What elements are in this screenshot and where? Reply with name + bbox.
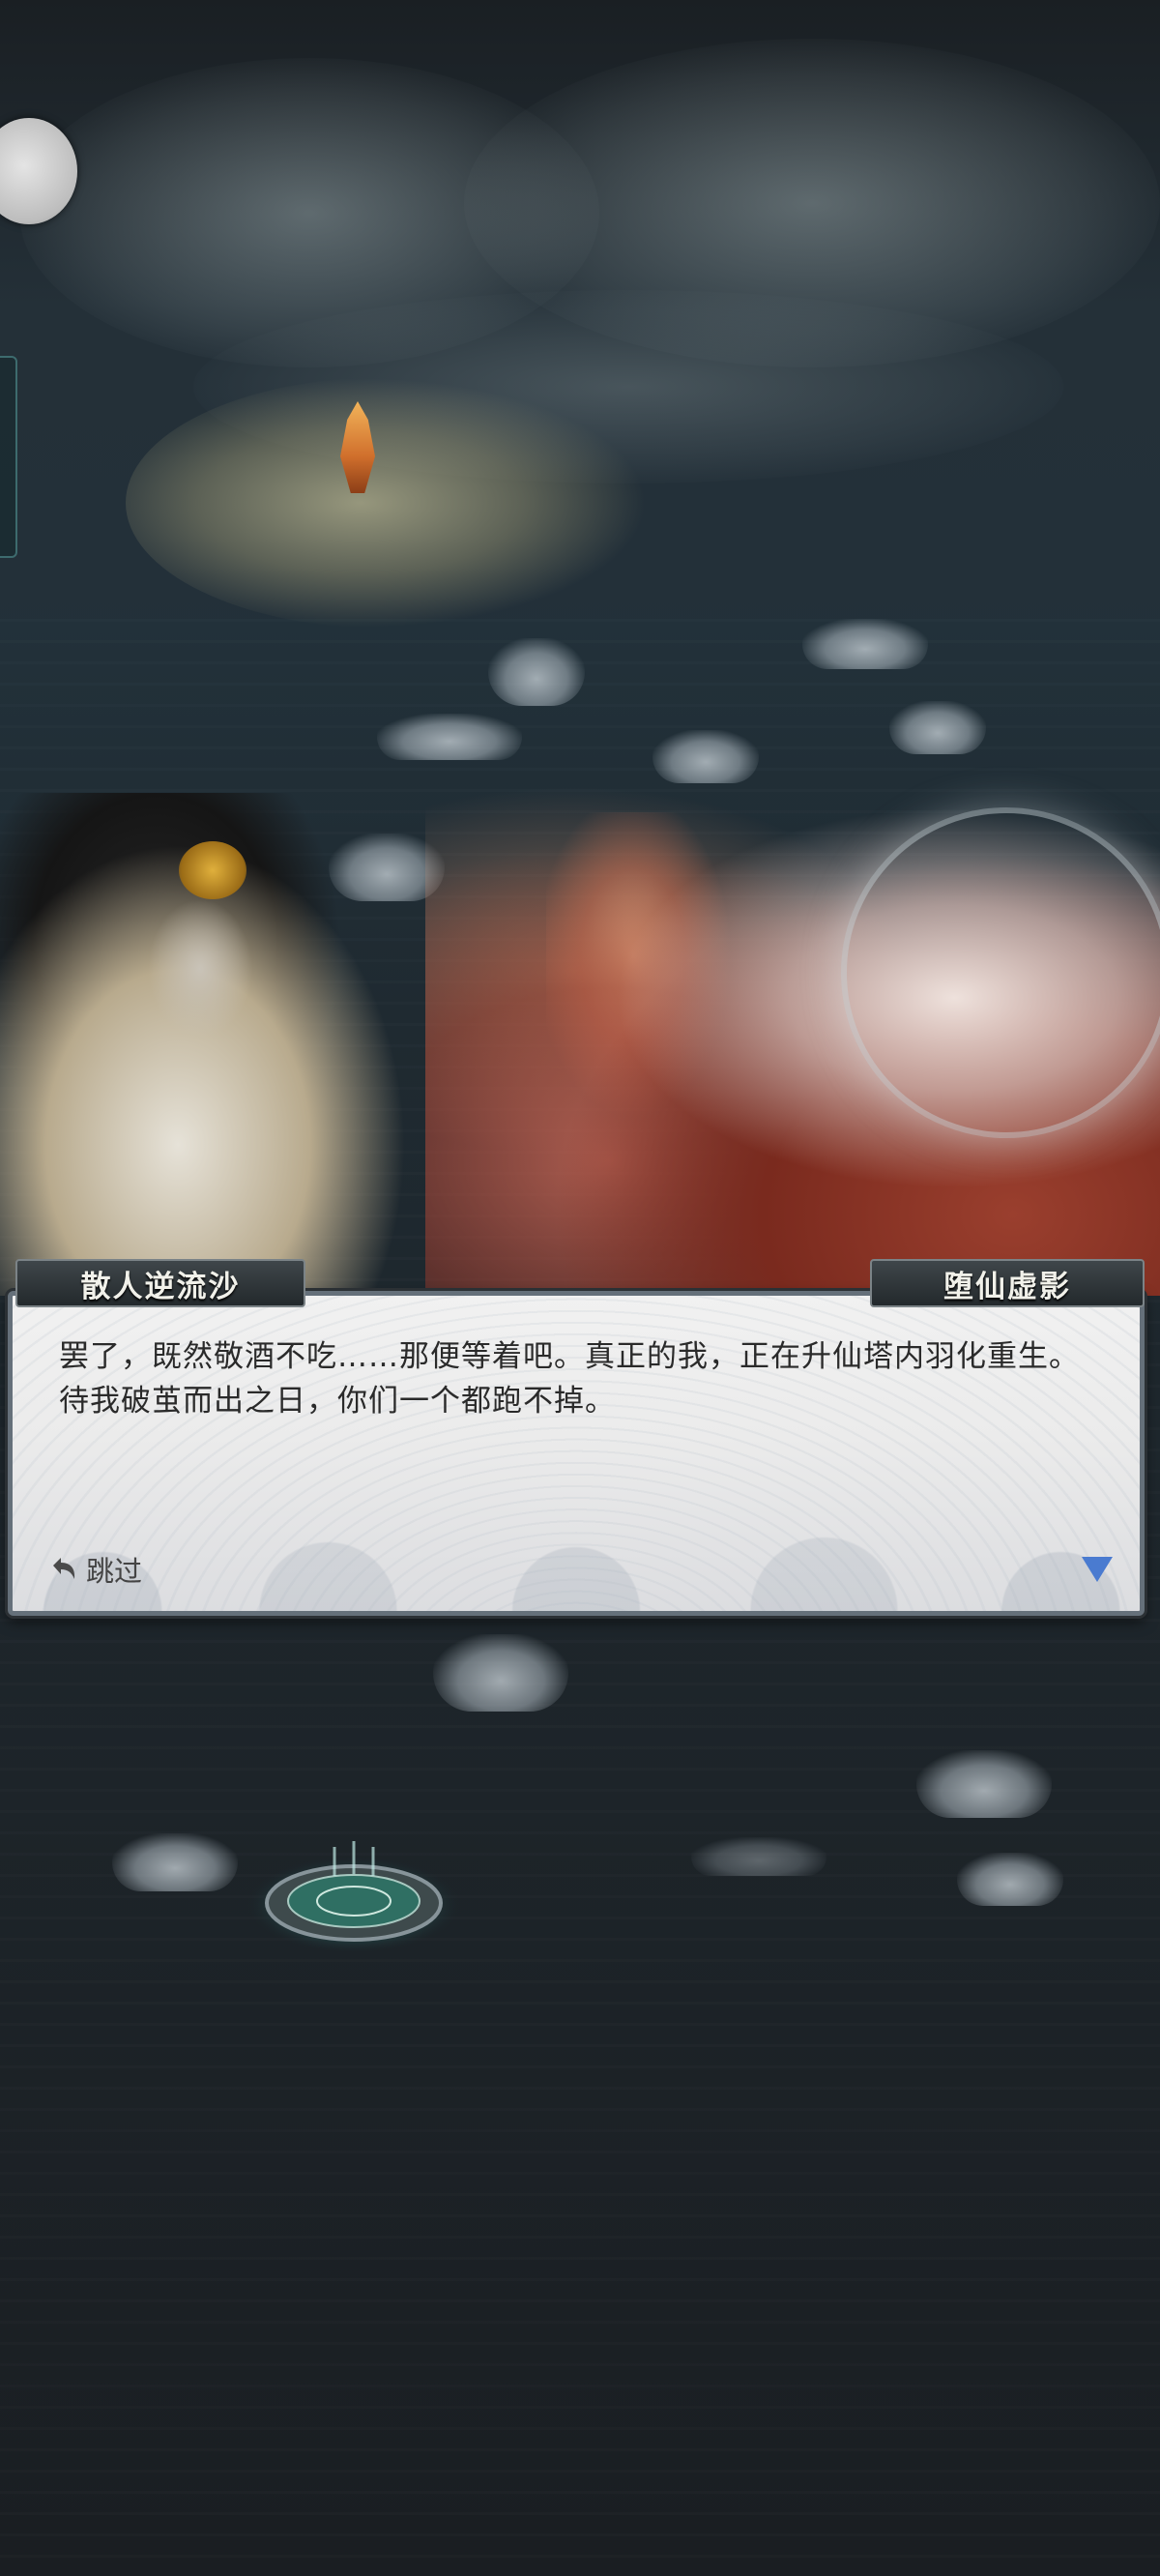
glowing-island — [126, 377, 648, 629]
speaker-name-right: 堕仙虚影 — [870, 1259, 1145, 1307]
cloud — [802, 619, 928, 669]
cloud — [112, 1833, 238, 1891]
cloud — [957, 1853, 1063, 1906]
cloud — [488, 638, 585, 706]
undo-arrow-icon — [53, 1558, 75, 1579]
story-scene: 罢了，既然敬酒不吃……那便等着吧。真正的我，正在升仙塔内羽化重生。待我破茧而出之… — [0, 0, 1160, 2576]
halo-ring — [841, 807, 1160, 1138]
cloud — [433, 1634, 568, 1712]
dialog-box[interactable]: 罢了，既然敬酒不吃……那便等着吧。真正的我，正在升仙塔内羽化重生。待我破茧而出之… — [8, 1291, 1145, 1616]
crown-ornament — [179, 841, 246, 899]
cloud — [691, 1837, 826, 1876]
cloud — [889, 701, 986, 754]
speaker-name-left: 散人逆流沙 — [15, 1259, 305, 1307]
skip-label: 跳过 — [86, 1555, 143, 1588]
dialog-text: 罢了，既然敬酒不吃……那便等着吧。真正的我，正在升仙塔内羽化重生。待我破茧而出之… — [59, 1339, 1080, 1419]
teleport-circle-icon[interactable] — [247, 1837, 460, 1953]
wave-pattern — [13, 1447, 1140, 1611]
triangle-down-icon[interactable] — [1082, 1557, 1113, 1582]
cloud — [377, 714, 522, 760]
skip-button[interactable]: 跳过 — [45, 1549, 142, 1590]
side-drawer-tab[interactable] — [0, 356, 17, 558]
cloud — [916, 1750, 1052, 1818]
